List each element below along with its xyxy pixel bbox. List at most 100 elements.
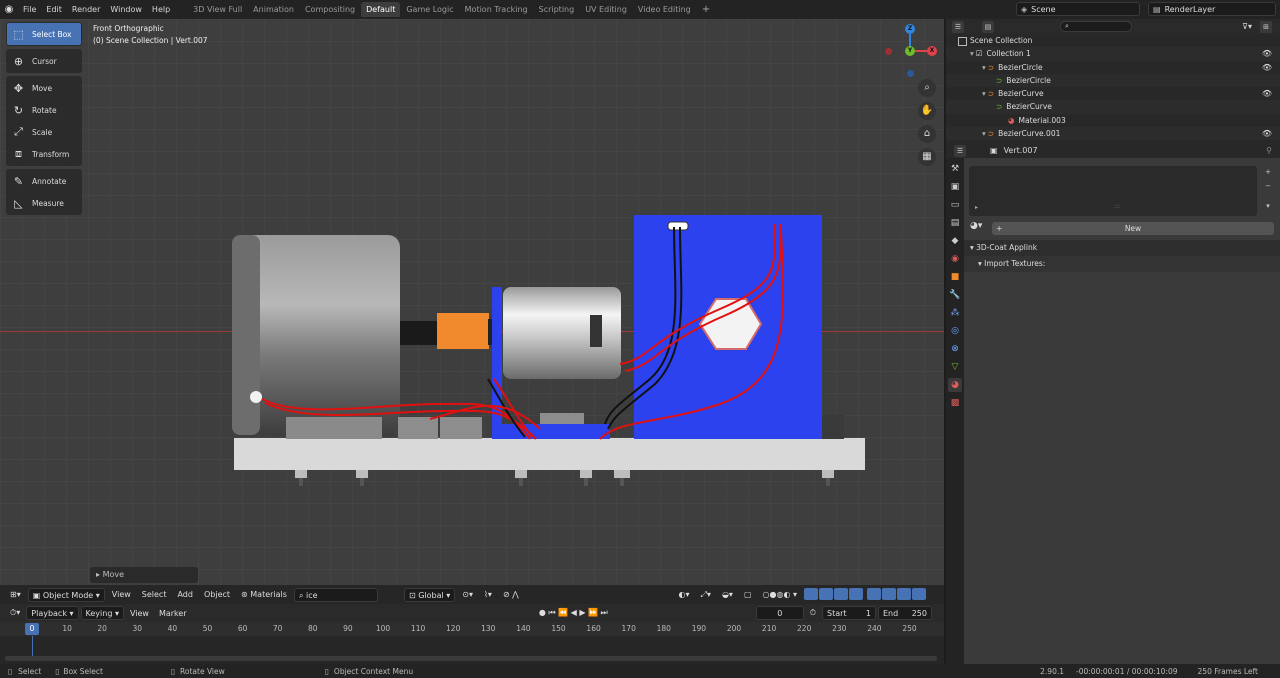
- modifier-tab-icon[interactable]: 🔧: [948, 288, 962, 302]
- gizmo-neg-x[interactable]: [885, 48, 892, 55]
- remove-slot-icon[interactable]: −: [1262, 180, 1274, 192]
- proportional-edit-icon[interactable]: ⊘ ⋀: [499, 588, 523, 601]
- tab-game-logic[interactable]: Game Logic: [401, 2, 458, 17]
- outliner-row[interactable]: ▾ ⊃ BezierCurve 👁: [946, 87, 1280, 100]
- expand-arrow-icon[interactable]: ▾: [982, 63, 986, 72]
- physics-tab-icon[interactable]: ◎: [948, 324, 962, 338]
- mode-dropdown[interactable]: ▣ Object Mode ▾: [27, 587, 105, 602]
- tool-annotate[interactable]: ✎ Annotate: [7, 170, 81, 192]
- grid-icon[interactable]: ▦: [918, 148, 936, 166]
- panel-3dcoat-applink[interactable]: ▾ 3D-Coat Applink: [964, 240, 1280, 256]
- snap-icon[interactable]: ⌇▾: [480, 588, 496, 601]
- 3d-viewport[interactable]: ⬚ Select Box ⊕ Cursor ✥ Move ↻ Rotate ⤢ …: [0, 19, 944, 585]
- new-material-button[interactable]: + New: [992, 222, 1274, 235]
- playhead[interactable]: 0: [25, 623, 39, 635]
- zoom-icon[interactable]: ⌕: [918, 79, 936, 97]
- gizmo-neg-z[interactable]: [907, 70, 914, 77]
- properties-editor-icon[interactable]: ☰: [954, 144, 966, 157]
- material-browse-icon[interactable]: ◕▾: [970, 221, 982, 231]
- menu-view[interactable]: View: [108, 588, 135, 601]
- materials-menu[interactable]: ⊛ Materials: [237, 588, 291, 601]
- tab-default[interactable]: Default: [361, 2, 401, 17]
- filter-icon[interactable]: ⊽▾: [1242, 22, 1252, 31]
- gizmo-y-axis[interactable]: Y: [905, 46, 915, 56]
- preview-range-icon[interactable]: ⏱: [806, 606, 820, 620]
- constraints-tab-icon[interactable]: ⊗: [948, 342, 962, 356]
- menu-select[interactable]: Select: [138, 588, 171, 601]
- add-workspace-icon[interactable]: +: [696, 4, 716, 15]
- outliner-row[interactable]: ◕ Material.003: [946, 114, 1280, 127]
- timeline-marker-menu[interactable]: Marker: [155, 607, 191, 620]
- current-frame-field[interactable]: 0: [755, 606, 804, 620]
- pan-hand-icon[interactable]: ✋: [918, 102, 936, 120]
- scene-model[interactable]: [0, 19, 944, 585]
- overlay-icon[interactable]: ◒▾: [718, 588, 737, 601]
- expand-arrow-icon[interactable]: ▾: [970, 49, 974, 58]
- blender-logo-icon[interactable]: ◉: [0, 4, 18, 15]
- outliner-row[interactable]: ▾ ☑ Collection 1 👁: [946, 47, 1280, 61]
- visibility-eye-icon[interactable]: 👁: [1262, 47, 1272, 60]
- object-tab-icon[interactable]: ■: [948, 270, 962, 284]
- menu-render[interactable]: Render: [67, 5, 105, 14]
- tab-compositing[interactable]: Compositing: [300, 2, 360, 17]
- tool-scale[interactable]: ⤢ Scale: [7, 121, 81, 143]
- visibility-eye-icon[interactable]: 👁: [1262, 87, 1272, 100]
- playback-controls[interactable]: ● ⏮ ⏪ ◀ ▶ ⏩ ⏭: [535, 606, 612, 620]
- slot-menu-icon[interactable]: ▾: [1262, 200, 1274, 212]
- menu-file[interactable]: File: [18, 5, 41, 14]
- camera-icon[interactable]: ⌂: [918, 125, 936, 143]
- blue-mode-buttons-1[interactable]: [804, 587, 864, 602]
- tab-motion-tracking[interactable]: Motion Tracking: [460, 2, 533, 17]
- shading-modes-icon[interactable]: ○●◍◐ ▾: [759, 588, 801, 601]
- tab-animation[interactable]: Animation: [248, 2, 299, 17]
- gizmo-z-axis[interactable]: Z: [905, 24, 915, 34]
- xray-icon[interactable]: ▢: [740, 588, 756, 601]
- outliner-editor-icon[interactable]: ☰: [952, 20, 964, 33]
- start-frame-field[interactable]: Start 1: [822, 606, 876, 620]
- scene-tab-icon[interactable]: ◆: [948, 234, 962, 248]
- outliner-search-field[interactable]: ⌕: [1060, 21, 1132, 32]
- menu-edit[interactable]: Edit: [41, 5, 67, 14]
- tool-cursor[interactable]: ⊕ Cursor: [7, 50, 81, 72]
- timeline-ruler[interactable]: 0 10 20 30 40 50 60 70 80 90 100 110 120 130 140 150 160…: [0, 622, 944, 636]
- world-tab-icon[interactable]: ◉: [948, 252, 962, 266]
- outliner-row[interactable]: ▾ ⊃ BezierCurve.001 👁: [946, 127, 1280, 141]
- tab-video-editing[interactable]: Video Editing: [633, 2, 696, 17]
- visibility-eye-icon[interactable]: 👁: [1262, 61, 1272, 74]
- tool-tab-icon[interactable]: ⚒: [948, 162, 962, 176]
- particles-tab-icon[interactable]: ⁂: [948, 306, 962, 320]
- last-operator-panel[interactable]: ▸ Move: [90, 567, 198, 583]
- gizmo-x-axis[interactable]: X: [927, 46, 937, 56]
- timeline[interactable]: 0 10 20 30 40 50 60 70 80 90 100 110 120 130 140 150 160…: [0, 622, 944, 664]
- expand-arrow-icon[interactable]: ▾: [982, 129, 986, 138]
- tool-move[interactable]: ✥ Move: [7, 77, 81, 99]
- menu-add[interactable]: Add: [173, 588, 197, 601]
- render-layer-selector[interactable]: ▤ RenderLayer: [1148, 2, 1276, 16]
- search-field[interactable]: ⌕ ice: [293, 587, 378, 602]
- panel-import-textures[interactable]: ▾ Import Textures:: [964, 256, 1280, 272]
- outliner-row-root[interactable]: Scene Collection: [946, 34, 1280, 47]
- timeline-scrollbar[interactable]: [5, 656, 937, 661]
- tool-select-box[interactable]: ⬚ Select Box: [7, 23, 81, 45]
- timeline-view-menu[interactable]: View: [126, 607, 153, 620]
- menu-window[interactable]: Window: [105, 5, 147, 14]
- playback-dropdown[interactable]: Playback ▾: [26, 606, 79, 620]
- display-mode-icon[interactable]: ▤: [982, 20, 994, 33]
- pivot-icon[interactable]: ⊙▾: [458, 588, 477, 601]
- keying-dropdown[interactable]: Keying ▾: [80, 606, 124, 620]
- data-tab-icon[interactable]: ▽: [948, 360, 962, 374]
- new-collection-icon[interactable]: ⊞: [1260, 20, 1272, 33]
- material-slot-list[interactable]: ▸ :::: [969, 166, 1257, 216]
- editor-type-icon[interactable]: ⊞▾: [6, 588, 25, 601]
- list-expand-icon[interactable]: ▸: [975, 204, 978, 211]
- visibility-eye-icon[interactable]: 👁: [1262, 127, 1272, 140]
- outliner-row[interactable]: ▾ ⊃ BezierCircle 👁: [946, 61, 1280, 74]
- scene-selector[interactable]: ◈ Scene: [1016, 2, 1140, 16]
- outliner-row[interactable]: ⊃ BezierCurve: [946, 100, 1280, 114]
- list-resize-handle[interactable]: :::: [1114, 203, 1120, 210]
- tool-rotate[interactable]: ↻ Rotate: [7, 99, 81, 121]
- end-frame-field[interactable]: End 250: [878, 606, 932, 620]
- pin-icon[interactable]: ⚲: [1266, 146, 1272, 155]
- menu-help[interactable]: Help: [147, 5, 175, 14]
- blue-mode-buttons-2[interactable]: [867, 587, 927, 602]
